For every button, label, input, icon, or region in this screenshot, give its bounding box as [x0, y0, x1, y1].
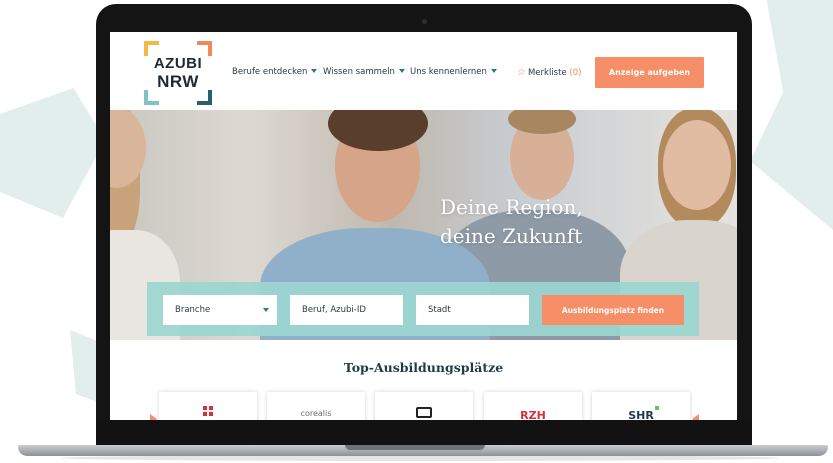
- nav-item-label: Wissen sammeln: [323, 67, 395, 77]
- laptop-bottom-bezel: [96, 420, 752, 447]
- branche-select-label: Branche: [175, 305, 211, 315]
- anzeige-aufgeben-button[interactable]: Anzeige aufgeben: [595, 57, 704, 88]
- beruf-input[interactable]: Beruf, Azubi-ID: [290, 295, 403, 325]
- logo-text-line2: NRW: [157, 72, 199, 91]
- stadt-input-placeholder: Stadt: [428, 305, 451, 315]
- nav-item-wissen-sammeln[interactable]: Wissen sammeln: [323, 67, 405, 77]
- hero-photo-person-4-face: [663, 120, 731, 210]
- section-title: Top-Ausbildungsplätze: [343, 360, 504, 375]
- branche-select[interactable]: Branche: [163, 295, 277, 325]
- company-card-2[interactable]: corealis: [267, 392, 365, 420]
- stadt-input[interactable]: Stadt: [416, 295, 529, 325]
- nav-item-berufe-entdecken[interactable]: Berufe entdecken: [232, 67, 318, 77]
- site-header: AZUBI NRW Berufe entdecken Wissen sammel…: [110, 32, 737, 110]
- company-logo-rzh: RZH: [520, 409, 546, 420]
- company-logo-cross-horizontal: [203, 410, 213, 412]
- carousel-next-arrow-icon[interactable]: [692, 414, 699, 420]
- merkliste-link[interactable]: ☆ Merkliste (0): [517, 67, 581, 78]
- merkliste-count: (0): [569, 68, 582, 78]
- merkliste-label: Merkliste: [527, 68, 567, 78]
- caret-down-icon: [490, 69, 497, 73]
- star-icon: ☆: [517, 67, 526, 78]
- azubi-nrw-logo[interactable]: AZUBI NRW: [144, 41, 212, 105]
- hero-headline-line2: deine Zukunft: [440, 224, 583, 248]
- caret-down-icon: [398, 69, 405, 73]
- laptop-screen: AZUBI NRW Berufe entdecken Wissen sammel…: [110, 32, 737, 420]
- hero-headline-line1: Deine Region,: [440, 195, 583, 219]
- hero-headline: Deine Region, deine Zukunft: [440, 193, 583, 251]
- chevron-down-icon: [263, 308, 269, 312]
- company-logo-shr: SHR: [628, 409, 654, 420]
- search-bar: Branche Beruf, Azubi-ID Stadt Ausbildung…: [147, 282, 699, 336]
- logo-corner-top-right: [197, 41, 212, 56]
- logo-text-line1: AZUBI: [153, 55, 203, 72]
- logo-corner-bottom-right: [197, 90, 212, 105]
- ausbildungsplatz-finden-button[interactable]: Ausbildungsplatz finden: [542, 295, 684, 325]
- company-card-4[interactable]: RZH: [484, 392, 582, 420]
- webcam-dot: [422, 19, 427, 24]
- caret-down-icon: [311, 69, 318, 73]
- background-shape-left: [0, 88, 105, 218]
- company-logo-corealis: corealis: [300, 409, 332, 418]
- background-shape-right: [750, 0, 833, 230]
- laptop-base-notch: [345, 445, 485, 450]
- beruf-input-placeholder: Beruf, Azubi-ID: [302, 305, 366, 315]
- nav-item-label: Berufe entdecken: [232, 67, 308, 77]
- company-logo-box-icon: [416, 407, 432, 418]
- nav-item-label: Uns kennenlernen: [410, 67, 487, 77]
- company-logo-green-dot: [655, 406, 659, 410]
- carousel-prev-arrow-icon[interactable]: [150, 414, 157, 420]
- company-card-3[interactable]: [375, 392, 473, 420]
- logo-corner-top-left: [144, 41, 159, 56]
- hero-photo-person-1-face: [110, 110, 146, 188]
- company-card-1[interactable]: [159, 392, 257, 420]
- company-card-5[interactable]: SHR: [592, 392, 690, 420]
- logo-corner-bottom-left: [144, 90, 159, 105]
- nav-item-uns-kennenlernen[interactable]: Uns kennenlernen: [410, 67, 497, 77]
